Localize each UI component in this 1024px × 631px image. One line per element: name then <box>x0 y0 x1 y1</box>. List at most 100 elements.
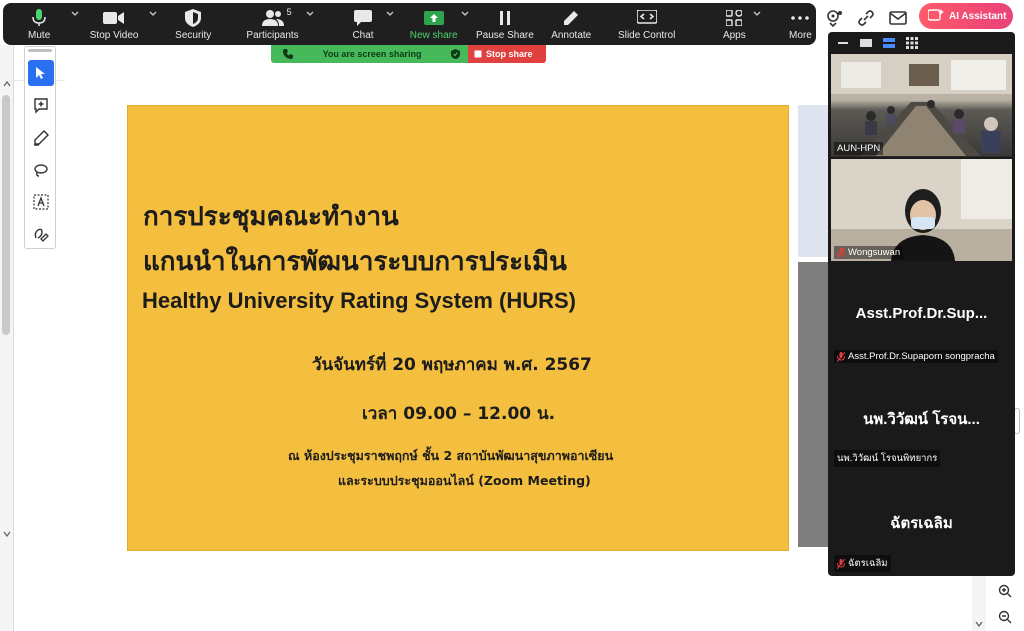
participant-gallery: AUN-HPN Wongsuwan Asst.Prof.Dr.Sup... As… <box>828 32 1015 576</box>
security-label: Security <box>175 30 212 41</box>
text-box-icon <box>33 194 49 210</box>
pause-share-button[interactable]: Pause Share <box>476 3 534 45</box>
ellipsis-icon <box>791 8 810 28</box>
slide-control-label: Slide Control <box>618 30 676 41</box>
more-label: More <box>789 30 812 41</box>
stop-share-label: Stop share <box>486 49 533 59</box>
participant-display-name: Asst.Prof.Dr.Sup... <box>855 305 988 322</box>
slide-title-line2: แกนนำในการพัฒนาระบบการประเมิน <box>143 247 567 277</box>
select-tool[interactable] <box>28 60 54 86</box>
muted-mic-icon <box>837 351 845 362</box>
chat-label: Chat <box>352 30 374 41</box>
chevron-down-icon[interactable] <box>975 621 983 627</box>
new-share-button[interactable]: New share <box>408 3 469 45</box>
microphone-icon <box>32 8 46 28</box>
panel-drag-handle[interactable] <box>28 49 52 52</box>
pause-share-label: Pause Share <box>476 30 534 41</box>
participant-tile[interactable]: Wongsuwan <box>831 159 1012 261</box>
ai-assistant-button[interactable]: AI Assistant <box>919 3 1013 29</box>
chevron-down-icon[interactable] <box>306 10 314 18</box>
more-button[interactable]: More <box>785 3 816 45</box>
stop-share-button[interactable]: Stop share <box>468 45 546 63</box>
video-feed <box>831 54 1012 156</box>
participant-name: Wongsuwan <box>848 247 901 258</box>
participant-name-row: Asst.Prof.Dr.Supaporn songpracha <box>834 350 998 363</box>
meeting-toolbar: Mute Stop Video Security 5 Participants … <box>3 3 816 45</box>
participant-display-name: นพ.วิวัฒน์ โรจน... <box>863 411 980 428</box>
mail-icon[interactable] <box>886 6 910 30</box>
stop-video-button[interactable]: Stop Video <box>75 3 157 45</box>
chevron-down-icon[interactable] <box>386 10 394 18</box>
gallery-view-controls <box>828 32 1015 54</box>
apps-icon <box>726 8 743 28</box>
participants-button[interactable]: 5 Participants <box>241 3 314 45</box>
participant-name: AUN-HPN <box>834 142 884 155</box>
annotate-label: Annotate <box>551 30 592 41</box>
people-add-icon[interactable] <box>822 6 846 30</box>
link-icon[interactable] <box>854 6 878 30</box>
ai-sparkle-icon <box>928 9 944 21</box>
participants-label: Participants <box>246 30 299 41</box>
slide-control-button[interactable]: Slide Control <box>618 3 676 45</box>
new-share-label: New share <box>409 30 458 41</box>
comment-plus-icon <box>34 98 48 114</box>
chevron-up-icon[interactable] <box>3 81 11 87</box>
hide-video-icon[interactable] <box>859 36 873 50</box>
cursor-arrow-icon <box>36 67 45 79</box>
chat-bubble-icon <box>354 8 373 28</box>
apps-label: Apps <box>722 30 746 41</box>
participant-tile[interactable]: Asst.Prof.Dr.Sup... Asst.Prof.Dr.Supapor… <box>831 263 1012 365</box>
participant-display-name: ฉัตรเฉลิม <box>890 515 953 532</box>
chat-button[interactable]: Chat <box>344 3 394 45</box>
video-camera-icon <box>103 8 125 28</box>
shield-check-icon <box>451 49 460 59</box>
annotation-tools-panel <box>24 46 56 249</box>
participant-name-row: Wongsuwan <box>834 246 904 259</box>
participant-tile[interactable]: นพ.วิวัฒน์ โรจน... นพ.วิวัฒน์ โรจนพิทยาก… <box>831 367 1012 469</box>
stop-video-label: Stop Video <box>89 30 139 41</box>
mute-button[interactable]: Mute <box>11 3 79 45</box>
participant-tile[interactable]: ฉัตรเฉลิม ฉัตรเฉลิม <box>831 471 1012 574</box>
lasso-icon <box>34 164 48 177</box>
sign-tool[interactable] <box>28 221 54 247</box>
text-tool[interactable] <box>28 189 54 215</box>
participant-tile[interactable]: AUN-HPN <box>831 54 1012 157</box>
screen-share-status: You are screen sharing <box>271 45 468 63</box>
minimize-icon[interactable] <box>836 36 850 50</box>
pen-icon <box>34 130 49 146</box>
chevron-down-icon[interactable] <box>461 10 469 18</box>
next-slide-edge <box>798 105 828 257</box>
participant-name: ฉัตรเฉลิม <box>848 558 888 569</box>
participant-name: นพ.วิวัฒน์ โรจนพิทยากร <box>834 450 941 467</box>
speaker-view-icon[interactable] <box>882 36 896 50</box>
chevron-down-icon[interactable] <box>149 10 157 18</box>
meeting-quick-actions <box>822 6 910 30</box>
participant-name-row: ฉัตรเฉลิม <box>834 555 891 572</box>
security-button[interactable]: Security <box>169 3 218 45</box>
pause-icon <box>499 8 511 28</box>
draw-tool[interactable] <box>28 125 54 151</box>
signature-icon <box>34 228 49 242</box>
left-scroll-thumb[interactable] <box>2 95 10 335</box>
chevron-down-icon[interactable] <box>3 531 11 537</box>
phone-icon <box>283 49 293 59</box>
chevron-down-icon[interactable] <box>753 10 761 18</box>
slide-venue-line1: ณ ห้องประชุมราชพฤกษ์ ชั้น 2 สถาบันพัฒนาส… <box>288 448 614 463</box>
slide-time: เวลา 09.00 – 12.00 น. <box>362 404 556 424</box>
zoom-out-icon[interactable] <box>994 606 1016 628</box>
grid-view-icon[interactable] <box>905 36 919 50</box>
ai-assistant-label: AI Assistant <box>949 10 1007 22</box>
participant-name: Asst.Prof.Dr.Supaporn songpracha <box>848 351 995 362</box>
slide-title-line3: Healthy University Rating System (HURS) <box>142 288 576 313</box>
slide-venue-line2: และระบบประชุมออนไลน์ (Zoom Meeting) <box>338 473 591 488</box>
annotate-button[interactable]: Annotate <box>549 3 594 45</box>
comment-tool[interactable] <box>28 93 54 119</box>
apps-button[interactable]: Apps <box>720 3 761 45</box>
screen-share-status-text: You are screen sharing <box>322 49 422 59</box>
left-scrollbar[interactable] <box>0 45 14 631</box>
zoom-in-icon[interactable] <box>994 580 1016 602</box>
zoom-controls <box>994 580 1016 628</box>
slide-title-line1: การประชุมคณะทำงาน <box>143 202 399 232</box>
shape-tool[interactable] <box>28 157 54 183</box>
share-screen-icon <box>423 8 444 28</box>
